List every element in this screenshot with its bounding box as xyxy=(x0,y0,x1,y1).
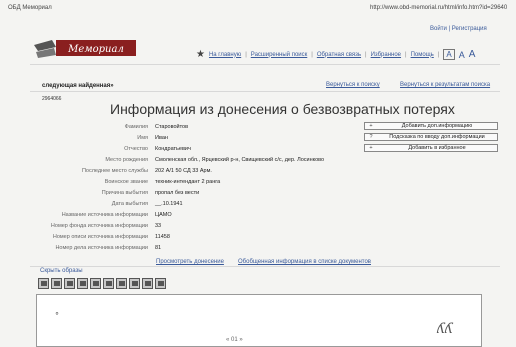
print-header-url: http://www.obd-memorial.ru/html/info.htm… xyxy=(370,5,508,11)
zoom-in-icon[interactable] xyxy=(64,278,75,289)
nav-separator: | xyxy=(365,51,367,58)
input-hint-label: Подсказка по вводу доп.информации xyxy=(389,134,485,140)
field-label: Отчество xyxy=(124,146,148,152)
next-found-link[interactable]: следующая найденная» xyxy=(42,83,114,89)
document-image-viewer[interactable]: ° ʎʎ xyxy=(36,294,482,347)
back-to-search-link[interactable]: Вернуться к поиску xyxy=(326,82,380,88)
nav-home[interactable]: На главную xyxy=(209,52,241,58)
field-value: 11458 xyxy=(155,234,170,240)
nav-favorites[interactable]: Избранное xyxy=(371,52,401,58)
plus-icon: + xyxy=(369,123,373,129)
nav-separator: | xyxy=(437,51,440,58)
field-value: пропал без вести xyxy=(155,190,200,196)
first-page-icon[interactable] xyxy=(142,278,153,289)
print-icon[interactable] xyxy=(116,278,127,289)
field-value: Смоленская обл., Ярцевский р-н, Свищевск… xyxy=(155,157,325,163)
nav-feedback[interactable]: Обратная связь xyxy=(317,52,361,58)
add-favorites-button[interactable]: + Добавить в избранное xyxy=(364,144,498,152)
help-icon: ? xyxy=(369,134,373,140)
field-label: Последнее место службы xyxy=(81,168,148,174)
nav-separator: | xyxy=(405,51,407,58)
add-info-label: Добавить доп.информацию xyxy=(401,123,473,129)
field-label: Номер фонда источника информации xyxy=(50,223,148,229)
save-icon[interactable] xyxy=(129,278,140,289)
field-value: ЦАМО xyxy=(155,212,172,218)
results-divider xyxy=(30,91,500,92)
main-nav: ★ На главную | Расширенный поиск | Обрат… xyxy=(196,49,475,60)
field-label: Название источника информации xyxy=(61,212,148,218)
handwritten-mark: ° xyxy=(55,311,59,320)
page-title: Информация из донесения о безвозвратных … xyxy=(110,101,455,117)
field-value: техник-интендант 2 ранга xyxy=(155,179,221,185)
nav-help[interactable]: Помощь xyxy=(411,52,434,58)
field-label: Фамилия xyxy=(124,124,148,130)
general-info-link[interactable]: Обобщенная информация в списке документо… xyxy=(238,259,371,265)
fit-width-icon[interactable] xyxy=(103,278,114,289)
nav-separator: | xyxy=(245,51,247,58)
site-logo[interactable]: Мемориал xyxy=(34,37,138,59)
field-label: Место рождения xyxy=(105,157,148,163)
next-page-icon[interactable] xyxy=(155,278,166,289)
font-size-small[interactable]: A xyxy=(443,49,455,60)
actual-size-icon[interactable] xyxy=(90,278,101,289)
register-link[interactable]: Регистрация xyxy=(452,26,487,32)
fit-page-icon[interactable] xyxy=(38,278,49,289)
login-link[interactable]: Войти xyxy=(430,26,447,32)
star-icon: ★ xyxy=(196,49,205,60)
field-value: __.10.1941 xyxy=(155,201,183,207)
field-label: Причина выбытия xyxy=(101,190,148,196)
login-links: Войти | Регистрация xyxy=(430,26,487,32)
field-label: Имя xyxy=(137,135,148,141)
field-label: Номер описи источника информации xyxy=(52,234,148,240)
add-info-button[interactable]: + Добавить доп.информацию xyxy=(364,122,498,130)
handwritten-mark: ʎʎ xyxy=(437,321,453,337)
record-id: 2964066 xyxy=(42,96,62,102)
plus-icon: + xyxy=(369,145,373,151)
add-favorites-label: Добавить в избранное xyxy=(408,145,466,151)
view-report-link[interactable]: Просмотреть донесение xyxy=(156,259,224,265)
font-size-medium[interactable]: A xyxy=(459,50,465,60)
field-value: Старовойтов xyxy=(155,124,189,130)
field-label: Номер дела источника информации xyxy=(55,245,148,251)
field-value: 33 xyxy=(155,223,162,229)
rotate-icon[interactable] xyxy=(51,278,62,289)
field-label: Воинское звание xyxy=(104,179,148,185)
nav-advanced-search[interactable]: Расширенный поиск xyxy=(251,52,308,58)
field-value: Иван xyxy=(155,135,168,141)
hide-images-link[interactable]: Скрыть образы xyxy=(40,268,83,274)
images-divider xyxy=(30,266,500,267)
field-value: Кондратьевич xyxy=(155,146,191,152)
font-size-large[interactable]: A xyxy=(469,49,476,60)
zoom-out-icon[interactable] xyxy=(77,278,88,289)
nav-separator: | xyxy=(311,51,313,58)
print-header-left: ОБД Мемориал xyxy=(8,5,52,11)
login-separator: | xyxy=(448,26,451,32)
field-value: 202 А/1 50 СД 33 Арм. xyxy=(155,168,212,174)
page-indicator: « 01 » xyxy=(226,337,243,343)
header-divider xyxy=(30,64,500,65)
logo-text: Мемориал xyxy=(67,44,124,55)
field-value: 81 xyxy=(155,245,162,251)
input-hint-button[interactable]: ? Подсказка по вводу доп.информации xyxy=(364,133,498,141)
back-to-results-link[interactable]: Вернуться к результатам поиска xyxy=(400,82,490,88)
field-label: Дата выбытия xyxy=(111,201,148,207)
image-viewer-toolbar xyxy=(38,278,166,291)
